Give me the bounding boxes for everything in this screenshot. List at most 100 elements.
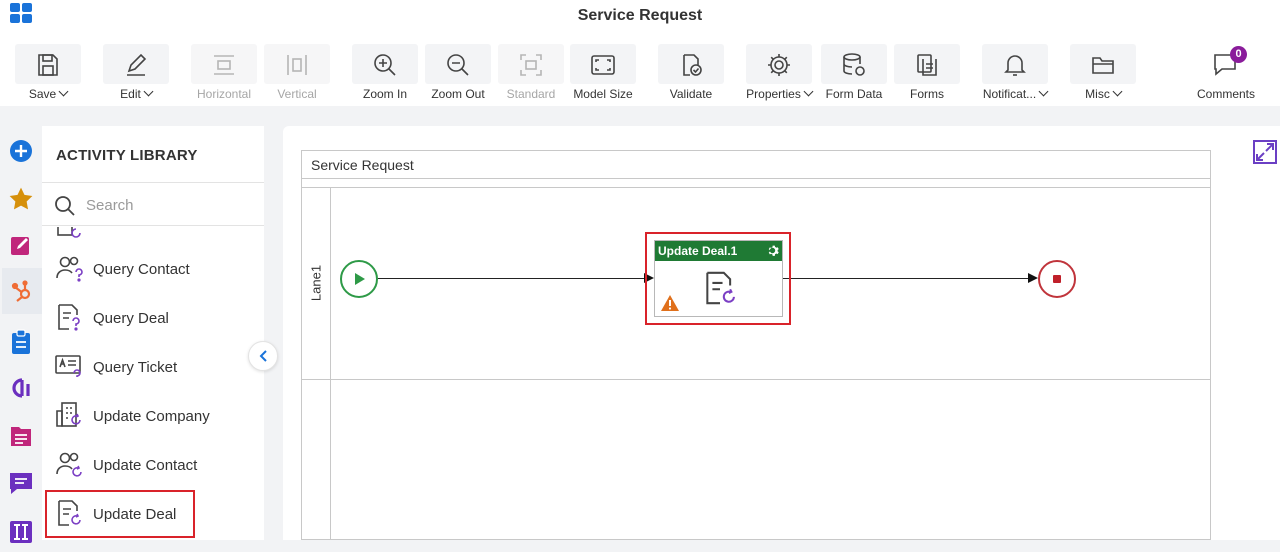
search-icon <box>55 196 75 216</box>
query-contact-icon <box>56 256 83 282</box>
update-deal-icon <box>706 271 735 305</box>
play-icon <box>355 273 365 285</box>
folder-icon <box>1092 57 1114 74</box>
library-item-update-company[interactable]: Update Company <box>42 394 264 438</box>
lane-label: Lane1 <box>308 264 324 302</box>
activity-title: Update Deal.1 <box>658 244 738 258</box>
pencil-icon <box>127 53 147 76</box>
library-item-label: Query Contact <box>93 260 190 278</box>
vertical-layout-icon <box>287 55 307 75</box>
sequence-flow[interactable] <box>378 278 645 279</box>
library-item-query-ticket[interactable]: Query Ticket <box>42 345 264 389</box>
activity-update-deal[interactable]: Update Deal.1 <box>654 240 783 317</box>
vertical-label: Vertical <box>277 87 317 101</box>
misc-label: Misc <box>1085 87 1110 101</box>
model-size-button[interactable]: Model Size <box>570 44 636 106</box>
comments-count-badge: 0 <box>1230 46 1247 63</box>
vertical-button[interactable]: Vertical <box>264 44 330 106</box>
library-item-update-deal[interactable]: Update Deal <box>45 490 195 538</box>
chevron-down-icon <box>58 86 69 97</box>
add-icon[interactable] <box>7 137 35 165</box>
columns-icon[interactable] <box>7 517 35 545</box>
edit-note-icon[interactable] <box>7 231 35 259</box>
library-item-query-deal[interactable]: Query Deal <box>42 296 264 340</box>
library-item-label: Query Ticket <box>93 358 178 376</box>
document-icon[interactable] <box>7 422 35 450</box>
validate-label: Validate <box>669 87 713 101</box>
edit-button[interactable]: Edit <box>103 44 169 106</box>
notifications-label: Notificat... <box>982 87 1037 101</box>
hubspot-icon[interactable] <box>2 268 42 314</box>
lane-header[interactable]: Lane1 <box>302 188 331 379</box>
zoom-out-icon <box>447 54 469 76</box>
zoom-in-button[interactable]: Zoom In <box>352 44 418 106</box>
star-icon[interactable] <box>7 185 35 213</box>
update-deal-icon <box>58 500 81 526</box>
library-divider <box>42 182 264 183</box>
list-item[interactable] <box>42 227 264 249</box>
library-item-label: Update Contact <box>93 456 198 474</box>
edit-label: Edit <box>120 87 141 101</box>
analytics-icon[interactable] <box>7 374 35 402</box>
library-item-label: Update Deal <box>93 505 177 523</box>
arrow-head <box>1028 273 1038 283</box>
standard-button[interactable]: Standard <box>498 44 564 106</box>
validate-button[interactable]: Validate <box>658 44 724 106</box>
query-deal-icon <box>58 304 80 331</box>
library-item-label: Update Company <box>93 407 210 425</box>
library-item-query-contact[interactable]: Query Contact <box>42 247 264 291</box>
form-data-button[interactable]: Form Data <box>821 44 887 106</box>
activity-list: Query Contact Query Deal Query Ticket Up… <box>42 227 264 540</box>
left-rail <box>0 126 42 543</box>
query-ticket-icon <box>55 355 81 377</box>
library-item-label: Query Deal <box>93 309 169 327</box>
lane2-header[interactable] <box>302 380 331 540</box>
model-size-label: Model Size <box>573 87 633 101</box>
gear-icon <box>768 54 790 76</box>
fit-screen-icon <box>591 55 615 75</box>
expand-icon[interactable] <box>1252 139 1278 165</box>
save-icon <box>38 54 58 76</box>
library-title: ACTIVITY LIBRARY <box>56 147 198 164</box>
properties-button[interactable]: Properties <box>746 44 814 106</box>
stop-icon <box>1053 275 1061 283</box>
forms-label: Forms <box>910 87 944 101</box>
comments-button[interactable]: 0 Comments <box>1190 44 1262 104</box>
lane-divider <box>302 379 1210 380</box>
zoom-in-icon <box>374 54 396 76</box>
clipboard-icon[interactable] <box>7 328 35 356</box>
chevron-down-icon <box>1112 86 1123 97</box>
end-event[interactable] <box>1038 260 1076 298</box>
zoom-out-button[interactable]: Zoom Out <box>425 44 491 106</box>
company-icon <box>57 227 81 238</box>
sequence-flow[interactable] <box>782 278 1030 279</box>
chevron-down-icon <box>1038 86 1049 97</box>
save-label: Save <box>28 87 57 101</box>
bell-icon <box>1004 55 1026 76</box>
toolbar: Save Edit Horizontal Vertical Zoom In Zo… <box>0 34 1280 106</box>
library-search <box>42 184 264 226</box>
search-input[interactable] <box>86 192 256 218</box>
pool-band <box>302 179 1210 188</box>
start-event[interactable] <box>340 260 378 298</box>
horizontal-button[interactable]: Horizontal <box>191 44 257 106</box>
misc-button[interactable]: Misc <box>1070 44 1136 106</box>
message-icon[interactable] <box>7 469 35 497</box>
notifications-button[interactable]: Notificat... <box>982 44 1049 106</box>
collapse-panel-button[interactable] <box>248 341 278 371</box>
library-item-update-contact[interactable]: Update Contact <box>42 443 264 487</box>
standard-size-icon <box>520 54 542 76</box>
save-button[interactable]: Save <box>15 44 81 106</box>
update-company-icon <box>56 402 81 427</box>
chevron-left-icon <box>259 350 267 362</box>
activity-library-panel: ACTIVITY LIBRARY Query Contact Query Dea… <box>42 126 264 540</box>
comments-label: Comments <box>1196 87 1255 101</box>
gear-icon[interactable] <box>766 244 779 257</box>
update-contact-icon <box>56 452 82 477</box>
forms-button[interactable]: Forms <box>894 44 960 106</box>
pool-title: Service Request <box>302 151 1210 179</box>
forms-icon <box>917 54 937 76</box>
pool: Service Request Lane1 <box>301 150 1211 540</box>
activity-header: Update Deal.1 <box>655 241 782 261</box>
horizontal-layout-icon <box>214 55 234 75</box>
